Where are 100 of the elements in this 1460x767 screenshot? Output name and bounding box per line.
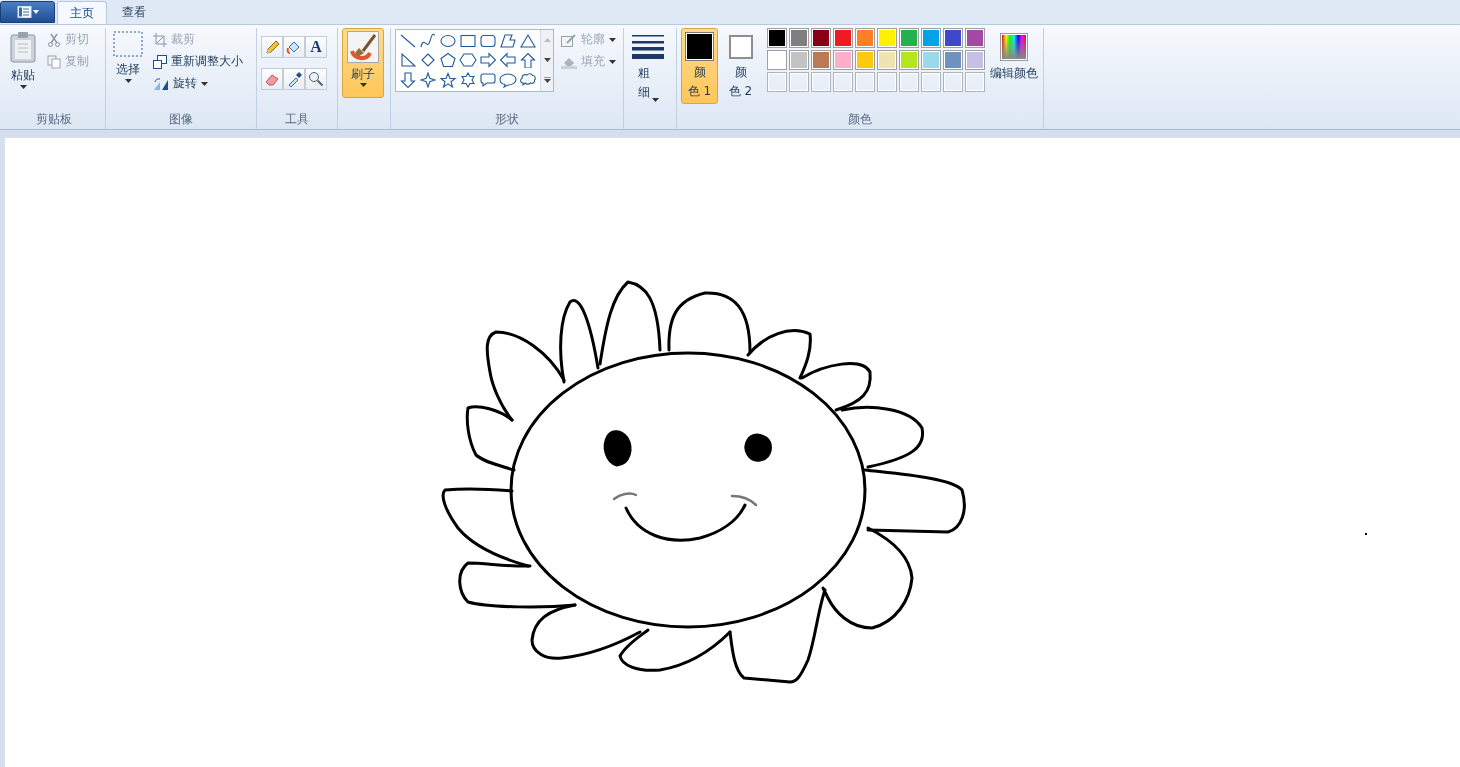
rectangle-icon	[459, 32, 477, 49]
pencil-icon	[264, 39, 280, 55]
five-point-star-shape-button[interactable]	[438, 70, 458, 90]
caret-icon	[543, 38, 551, 43]
tool-button[interactable]	[283, 68, 305, 90]
group-label: 形状	[494, 111, 520, 128]
paint-bucket-icon	[286, 39, 302, 55]
empty-color-slot[interactable]	[833, 72, 853, 92]
select-button[interactable]: 选择	[110, 28, 146, 86]
copy-icon	[47, 54, 61, 69]
expand-icon	[543, 77, 551, 84]
left-arrow-shape-button[interactable]	[498, 50, 518, 70]
selection-icon	[113, 31, 143, 57]
rotate-icon	[153, 76, 169, 91]
size-button[interactable]: 粗细	[628, 28, 668, 105]
five-point-star-icon	[439, 71, 457, 88]
empty-color-slot[interactable]	[921, 72, 941, 92]
palette-color[interactable]	[877, 50, 897, 70]
four-point-star-icon	[419, 71, 437, 88]
hexagon-icon	[459, 52, 477, 69]
magnifier-icon	[308, 71, 324, 87]
oval-callout-shape-button[interactable]	[498, 70, 518, 90]
empty-color-slot[interactable]	[943, 72, 963, 92]
empty-color-slot[interactable]	[877, 72, 897, 92]
pentagon-shape-button[interactable]	[438, 50, 458, 70]
empty-color-slot[interactable]	[767, 72, 787, 92]
tool-button[interactable]	[261, 68, 283, 90]
palette-color[interactable]	[855, 50, 875, 70]
palette-color[interactable]	[899, 28, 919, 48]
palette-color[interactable]	[899, 50, 919, 70]
empty-color-slot[interactable]	[811, 72, 831, 92]
caret-icon	[609, 37, 616, 42]
ribbon-tab[interactable]: 主页	[57, 1, 107, 24]
group-label: 剪贴板	[34, 111, 73, 128]
right-arrow-shape-button[interactable]	[478, 50, 498, 70]
palette-color[interactable]	[789, 50, 809, 70]
tool-button[interactable]	[283, 36, 305, 58]
pentagon-icon	[439, 52, 457, 69]
app-menu-button[interactable]	[0, 1, 55, 23]
empty-color-slot[interactable]	[899, 72, 919, 92]
clipboard-icon	[9, 31, 37, 63]
palette-color[interactable]	[767, 28, 787, 48]
up-arrow-shape-button[interactable]	[518, 50, 538, 70]
caret-icon	[124, 79, 132, 83]
four-point-star-shape-button[interactable]	[418, 70, 438, 90]
palette-color[interactable]	[855, 28, 875, 48]
cloud-callout-icon	[519, 71, 537, 88]
rounded-callout-shape-button[interactable]	[478, 70, 498, 90]
palette-color[interactable]	[921, 50, 941, 70]
palette-color[interactable]	[943, 50, 963, 70]
curve-icon	[419, 32, 437, 49]
right-triangle-shape-button[interactable]	[398, 50, 418, 70]
dot-mark	[1365, 533, 1367, 535]
menu-icon	[15, 6, 40, 18]
resize-button[interactable]: 重新调整大小	[150, 52, 246, 71]
empty-color-slot[interactable]	[855, 72, 875, 92]
tool-button[interactable]	[305, 68, 327, 90]
tool-button[interactable]: A	[305, 36, 327, 58]
group-label: 颜色	[847, 111, 873, 128]
eyedropper-icon	[286, 71, 302, 87]
up-arrow-icon	[519, 52, 537, 69]
rotate-button[interactable]: 旋转	[150, 74, 246, 93]
rounded-callout-icon	[479, 71, 497, 88]
right-triangle-icon	[399, 52, 417, 69]
six-point-star-shape-button[interactable]	[458, 70, 478, 90]
edit-colors-button[interactable]: 编辑颜色	[989, 28, 1039, 83]
palette-color[interactable]	[833, 50, 853, 70]
paste-button[interactable]: 粘贴	[6, 28, 40, 92]
palette-color[interactable]	[965, 28, 985, 48]
palette-color[interactable]	[965, 50, 985, 70]
empty-color-slot[interactable]	[789, 72, 809, 92]
palette-color[interactable]	[811, 50, 831, 70]
group-label: 工具	[284, 111, 310, 128]
palette-color[interactable]	[877, 28, 897, 48]
palette-color[interactable]	[943, 28, 963, 48]
palette-color[interactable]	[789, 28, 809, 48]
palette-color[interactable]	[833, 28, 853, 48]
polygon-icon	[499, 32, 517, 49]
brushes-button[interactable]: 刷子	[342, 28, 384, 98]
line-width-icon	[632, 33, 664, 61]
palette-color[interactable]	[811, 28, 831, 48]
color-1-button[interactable]: 颜色 1	[681, 28, 718, 104]
tool-button[interactable]	[261, 36, 283, 58]
palette-color[interactable]	[767, 50, 787, 70]
polygon-shape-button[interactable]	[498, 31, 518, 51]
crop-icon	[153, 32, 167, 47]
color-2-button[interactable]: 颜色 2	[722, 28, 759, 104]
right-arrow-icon	[479, 52, 497, 69]
oval-icon	[439, 32, 457, 49]
down-arrow-shape-button[interactable]	[398, 70, 418, 90]
hexagon-shape-button[interactable]	[458, 50, 478, 70]
ribbon-tab[interactable]: 查看	[109, 1, 159, 24]
pencil-outline-icon	[561, 32, 577, 47]
palette-color[interactable]	[921, 28, 941, 48]
caret-icon	[19, 85, 27, 89]
empty-color-slot[interactable]	[965, 72, 985, 92]
caret-icon	[609, 59, 616, 64]
left-arrow-icon	[499, 52, 517, 69]
caret-icon	[651, 98, 659, 102]
scissors-icon	[47, 32, 61, 47]
